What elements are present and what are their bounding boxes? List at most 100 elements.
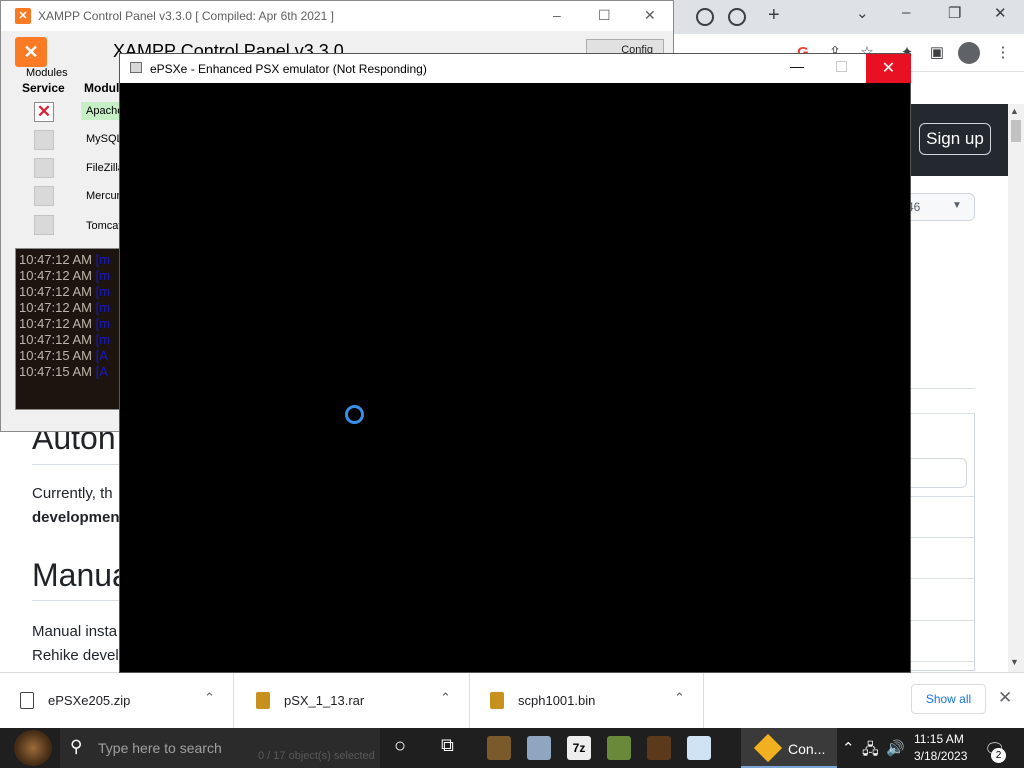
profile-avatar[interactable] <box>958 42 980 64</box>
service-column-header: Service <box>22 81 65 95</box>
show-hidden-icons-icon[interactable]: ⌃ <box>842 739 855 757</box>
browser-close-icon[interactable]: ✕ <box>994 4 1007 22</box>
epsxe-titlebar[interactable]: ePSXe - Enhanced PSX emulator (Not Respo… <box>120 54 911 83</box>
divider <box>32 464 122 465</box>
app-icon[interactable] <box>487 736 511 760</box>
scroll-down-icon[interactable]: ▼ <box>1010 657 1019 667</box>
mysql-service-checkbox[interactable] <box>34 130 54 150</box>
log-line: 10:47:12 AM [m <box>19 300 111 315</box>
volume-icon[interactable]: 🔊 <box>886 739 905 757</box>
mercury-service-checkbox[interactable] <box>34 186 54 206</box>
chevron-up-icon[interactable]: ⌃ <box>204 690 215 706</box>
download-filename: ePSXe205.zip <box>48 693 131 708</box>
app-icon[interactable] <box>607 736 631 760</box>
log-line: 10:47:12 AM [m <box>19 284 111 299</box>
browser-minimize-icon[interactable]: – <box>902 4 910 21</box>
xampp-logo-icon: ✕ <box>15 37 47 67</box>
xampp-titlebar: ✕ XAMPP Control Panel v3.3.0 [ Compiled:… <box>1 1 673 31</box>
download-filename: scph1001.bin <box>518 693 596 708</box>
search-icon: ⚲ <box>70 737 83 756</box>
tomcat-service-checkbox[interactable] <box>34 215 54 235</box>
browser-restore-icon[interactable]: ❐ <box>948 4 961 22</box>
divider <box>905 537 975 538</box>
xampp-log-panel[interactable]: 10:47:12 AM [m 10:47:12 AM [m 10:47:12 A… <box>15 248 122 410</box>
new-tab-icon[interactable]: + <box>768 4 780 27</box>
cortana-circle-icon[interactable]: ○ <box>394 735 406 758</box>
side-panel <box>905 413 975 671</box>
download-bar: ePSXe205.zip ⌃ pSX_1_13.rar ⌃ scph1001.b… <box>0 672 1024 729</box>
module-name: Tomcat <box>86 220 121 232</box>
xampp-maximize-icon[interactable]: ☐ <box>598 7 611 24</box>
paragraph-text: Rehike devel <box>32 647 119 664</box>
scrollbar-thumb[interactable] <box>1011 120 1021 142</box>
chrome-icon[interactable] <box>728 8 746 26</box>
close-download-bar-icon[interactable]: ✕ <box>998 688 1012 708</box>
menu-kebab-icon[interactable]: ⋮ <box>994 44 1012 62</box>
paragraph-text: Manual insta <box>32 623 118 640</box>
module-name: Apache <box>81 102 121 120</box>
log-line: 10:47:12 AM [m <box>19 316 111 331</box>
divider <box>905 496 975 497</box>
zip-file-icon <box>20 692 34 709</box>
xampp-close-icon[interactable]: ✕ <box>644 7 656 24</box>
search-placeholder: Type here to search <box>98 740 222 756</box>
chevron-up-icon[interactable]: ⌃ <box>440 690 451 706</box>
divider <box>32 600 122 601</box>
module-name: MySQL <box>86 133 121 145</box>
xampp-window-title: XAMPP Control Panel v3.3.0 [ Compiled: A… <box>38 9 334 23</box>
clock-time[interactable]: 11:15 AM <box>914 732 964 746</box>
divider <box>905 413 975 414</box>
epsxe-window-title: ePSXe - Enhanced PSX emulator (Not Respo… <box>150 62 427 76</box>
7zip-icon[interactable]: 7z <box>567 736 591 760</box>
download-item[interactable]: pSX_1_13.rar ⌃ <box>236 673 470 729</box>
epsxe-minimize-icon[interactable]: — <box>790 58 804 74</box>
log-line: 10:47:12 AM [m <box>19 252 111 267</box>
download-filename: pSX_1_13.rar <box>284 693 365 708</box>
chevron-up-icon[interactable]: ⌃ <box>674 690 685 706</box>
rar-file-icon <box>256 692 270 709</box>
xampp-minimize-icon[interactable]: – <box>553 7 561 23</box>
tab-search-icon[interactable]: ⌄ <box>856 4 869 22</box>
divider <box>905 661 975 662</box>
app-icon[interactable] <box>527 736 551 760</box>
filezilla-service-checkbox[interactable] <box>34 158 54 178</box>
loading-spinner-icon <box>345 405 364 424</box>
module-name: Mercury <box>86 190 121 202</box>
bin-file-icon <box>490 692 504 709</box>
download-item[interactable]: ePSXe205.zip ⌃ <box>0 673 234 729</box>
module-column-header: Module <box>84 81 122 95</box>
epsxe-maximize-icon[interactable] <box>836 61 847 72</box>
page-scrollbar[interactable] <box>1008 104 1024 672</box>
side-panel-icon[interactable]: ▣ <box>928 44 946 62</box>
divider <box>905 388 975 389</box>
task-view-icon[interactable]: ⧉ <box>441 735 454 756</box>
module-name: FileZilla <box>86 162 121 174</box>
app-window-icon <box>130 62 142 73</box>
divider <box>905 620 975 621</box>
log-line: 10:47:12 AM [m <box>19 268 111 283</box>
scroll-up-icon[interactable]: ▲ <box>1010 106 1019 116</box>
clock-date[interactable]: 3/18/2023 <box>914 749 967 763</box>
paragraph-bold-text: developmen <box>32 509 120 526</box>
log-line: 10:47:15 AM [A <box>19 348 108 363</box>
divider <box>905 578 975 579</box>
log-line: 10:47:12 AM [m <box>19 332 111 347</box>
apache-service-checkbox[interactable]: ✕ <box>34 102 54 122</box>
epsxe-window[interactable]: ePSXe - Enhanced PSX emulator (Not Respo… <box>119 53 911 673</box>
app-icon[interactable] <box>687 736 711 760</box>
epsxe-close-button[interactable]: ✕ <box>866 54 911 83</box>
app-icon[interactable] <box>647 736 671 760</box>
notification-count-badge: 2 <box>991 748 1006 763</box>
globe-icon[interactable] <box>696 8 714 26</box>
xampp-logo-icon: ✕ <box>15 8 31 24</box>
start-button[interactable] <box>14 730 52 766</box>
download-item[interactable]: scph1001.bin ⌃ <box>470 673 704 729</box>
log-line: 10:47:15 AM [A <box>19 364 108 379</box>
sign-up-button[interactable]: Sign up <box>919 123 991 155</box>
side-input[interactable] <box>905 458 967 488</box>
network-icon[interactable]: 🖧 <box>862 739 879 764</box>
status-text: 0 / 17 object(s) selected <box>258 750 375 762</box>
taskbar-app-label: Con... <box>788 741 826 757</box>
section-heading: Manua <box>32 557 130 593</box>
show-all-downloads-button[interactable]: Show all <box>911 684 986 714</box>
